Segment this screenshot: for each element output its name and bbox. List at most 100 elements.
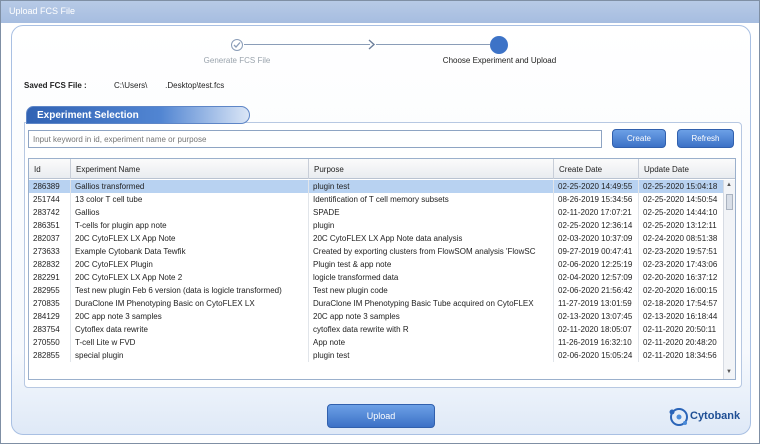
cell-experiment-name: 20C app note 3 samples — [71, 310, 309, 323]
cell-purpose: Created by exporting clusters from FlowS… — [309, 245, 554, 258]
cell-update-date: 02-25-2020 14:44:10 — [643, 208, 718, 217]
cell-create-date: 02-06-2020 12:25:19 — [554, 258, 639, 271]
cell-create-date: 02-25-2020 14:49:55 — [554, 180, 639, 193]
cell-experiment-name: 20C CytoFLEX Plugin — [71, 258, 309, 271]
cell-id: 270835 — [29, 297, 71, 310]
cell-experiment-name: Gallios — [71, 206, 309, 219]
column-header-create-date[interactable]: Create Date — [554, 159, 639, 179]
cell-update-date: 02-23-2020 17:43:06 — [643, 260, 718, 269]
cell-experiment-name: Example Cytobank Data Tewfik — [71, 245, 309, 258]
cell-id: 283742 — [29, 206, 71, 219]
table-row[interactable]: 282291 20C CytoFLEX LX App Note 2 logicle … — [29, 271, 723, 284]
cell-create-date: 08-26-2019 15:34:56 — [554, 193, 639, 206]
table-row[interactable]: 282855 special plugin plugin test 02-06-202… — [29, 349, 723, 362]
cell-update-date: 02-18-2020 17:54:57 — [643, 299, 718, 308]
search-input[interactable] — [28, 130, 602, 148]
cell-update-date: 02-24-2020 08:51:38 — [643, 234, 718, 243]
cell-id: 283754 — [29, 323, 71, 336]
scroll-down-icon[interactable]: ▼ — [726, 369, 732, 375]
cell-update-date: 02-13-2020 16:18:44 — [643, 312, 718, 321]
cell-experiment-name: DuraClone IM Phenotyping Basic on CytoFL… — [71, 297, 309, 310]
table-row[interactable]: 270550 T-cell Lite w FVD App note 11-26-201… — [29, 336, 723, 349]
upload-button[interactable]: Upload — [327, 404, 435, 428]
table-row[interactable]: 286351 T-cells for plugin app note plugin 0… — [29, 219, 723, 232]
cell-create-date: 02-06-2020 21:56:42 — [554, 284, 639, 297]
cell-update-date: 02-20-2020 16:00:15 — [643, 286, 718, 295]
cell-create-date: 02-04-2020 12:57:09 — [554, 271, 639, 284]
cell-id: 286351 — [29, 219, 71, 232]
cell-id: 284129 — [29, 310, 71, 323]
cell-id: 282037 — [29, 232, 71, 245]
cell-update-date: 02-11-2020 18:34:56 — [643, 351, 717, 360]
cell-update-date: 02-11-2020 20:48:20 — [643, 338, 717, 347]
section-title: Experiment Selection — [26, 106, 250, 124]
cell-id: 270550 — [29, 336, 71, 349]
cell-experiment-name: Cytoflex data rewrite — [71, 323, 309, 336]
step-1-label: Generate FCS File — [203, 56, 271, 65]
table-row[interactable]: 273633 Example Cytobank Data Tewfik Create… — [29, 245, 723, 258]
table-row[interactable]: 282832 20C CytoFLEX Plugin Plugin test & a… — [29, 258, 723, 271]
cell-id: 273633 — [29, 245, 71, 258]
step-connector-line — [376, 44, 490, 45]
column-header-id[interactable]: Id — [29, 159, 71, 179]
cell-create-date: 02-06-2020 15:05:24 — [554, 349, 639, 362]
table-row[interactable]: 282037 20C CytoFLEX LX App Note 20C CytoFL… — [29, 232, 723, 245]
table-row[interactable]: 286389 Gallios transformed plugin test 02-2… — [29, 180, 723, 193]
cell-experiment-name: 13 color T cell tube — [71, 193, 309, 206]
create-button[interactable]: Create — [612, 129, 666, 148]
cell-experiment-name: special plugin — [71, 349, 309, 362]
table-row[interactable]: 282955 Test new plugin Feb 6 version (dat… — [29, 284, 723, 297]
cell-purpose: cytoflex data rewrite with R — [309, 323, 554, 336]
cell-purpose: DuraClone IM Phenotyping Basic Tube acqu… — [309, 297, 554, 310]
scroll-up-icon[interactable]: ▲ — [726, 182, 732, 188]
cell-experiment-name: 20C CytoFLEX LX App Note 2 — [71, 271, 309, 284]
cell-purpose: logicle transformed data — [309, 271, 554, 284]
cell-create-date: 11-27-2019 13:01:59 — [554, 297, 639, 310]
cell-purpose: Test new plugin code — [309, 284, 554, 297]
window-title: Upload FCS File — [1, 1, 759, 23]
cell-purpose: plugin test — [309, 180, 554, 193]
cell-update-date: 02-20-2020 16:37:12 — [643, 273, 718, 282]
table-row[interactable]: 284129 20C app note 3 samples 20C app note… — [29, 310, 723, 323]
table-scrollbar[interactable]: ▲ ▼ — [723, 180, 735, 379]
cell-purpose: Plugin test & app note — [309, 258, 554, 271]
cell-purpose: Identification of T cell memory subsets — [309, 193, 554, 206]
cell-id: 251744 — [29, 193, 71, 206]
cell-experiment-name: 20C CytoFLEX LX App Note — [71, 232, 309, 245]
refresh-button[interactable]: Refresh — [677, 129, 734, 148]
saved-file-path: C:\Users\ .Desktop\test.fcs — [114, 81, 225, 90]
cell-purpose: 20C app note 3 samples — [309, 310, 554, 323]
cell-update-date: 02-25-2020 14:50:54 — [643, 195, 718, 204]
table-row[interactable]: 283754 Cytoflex data rewrite cytoflex data… — [29, 323, 723, 336]
table-row[interactable]: 270835 DuraClone IM Phenotyping Basic on … — [29, 297, 723, 310]
chevron-right-icon — [367, 39, 376, 52]
cell-purpose: 20C CytoFLEX LX App Note data analysis — [309, 232, 554, 245]
column-header-update-date[interactable]: Update Date — [639, 159, 735, 179]
cell-id: 282955 — [29, 284, 71, 297]
cell-experiment-name: T-cell Lite w FVD — [71, 336, 309, 349]
table-row[interactable]: 283742 Gallios SPADE 02-11-2020 17:07:21 02-… — [29, 206, 723, 219]
cell-create-date: 02-11-2020 17:07:21 — [554, 206, 639, 219]
cell-experiment-name: T-cells for plugin app note — [71, 219, 309, 232]
cell-create-date: 09-27-2019 00:47:41 — [554, 245, 639, 258]
table-body: 286389 Gallios transformed plugin test 02-2… — [29, 180, 723, 362]
cell-id: 282291 — [29, 271, 71, 284]
cell-purpose: SPADE — [309, 206, 554, 219]
step-2-label: Choose Experiment and Upload — [442, 56, 557, 65]
cytobank-logo-icon — [669, 408, 688, 426]
column-header-experiment-name[interactable]: Experiment Name — [71, 159, 309, 179]
main-panel: Generate FCS File Choose Experiment and … — [11, 25, 751, 435]
cell-update-date: 02-23-2020 19:57:51 — [643, 247, 718, 256]
step-2-active-indicator — [490, 36, 508, 54]
cell-create-date: 02-13-2020 13:07:45 — [554, 310, 639, 323]
cell-create-date: 02-11-2020 18:05:07 — [554, 323, 639, 336]
saved-file-label: Saved FCS File : — [24, 81, 87, 90]
column-header-purpose[interactable]: Purpose — [309, 159, 554, 179]
scrollbar-thumb[interactable] — [726, 194, 733, 210]
cell-update-date: 02-25-2020 15:04:18 — [643, 182, 718, 191]
cell-create-date: 02-25-2020 12:36:14 — [554, 219, 639, 232]
cell-experiment-name: Gallios transformed — [71, 180, 309, 193]
table-row[interactable]: 251744 13 color T cell tube Identification… — [29, 193, 723, 206]
cell-id: 282855 — [29, 349, 71, 362]
experiment-table: Id Experiment Name Purpose Create Date U… — [28, 158, 736, 380]
